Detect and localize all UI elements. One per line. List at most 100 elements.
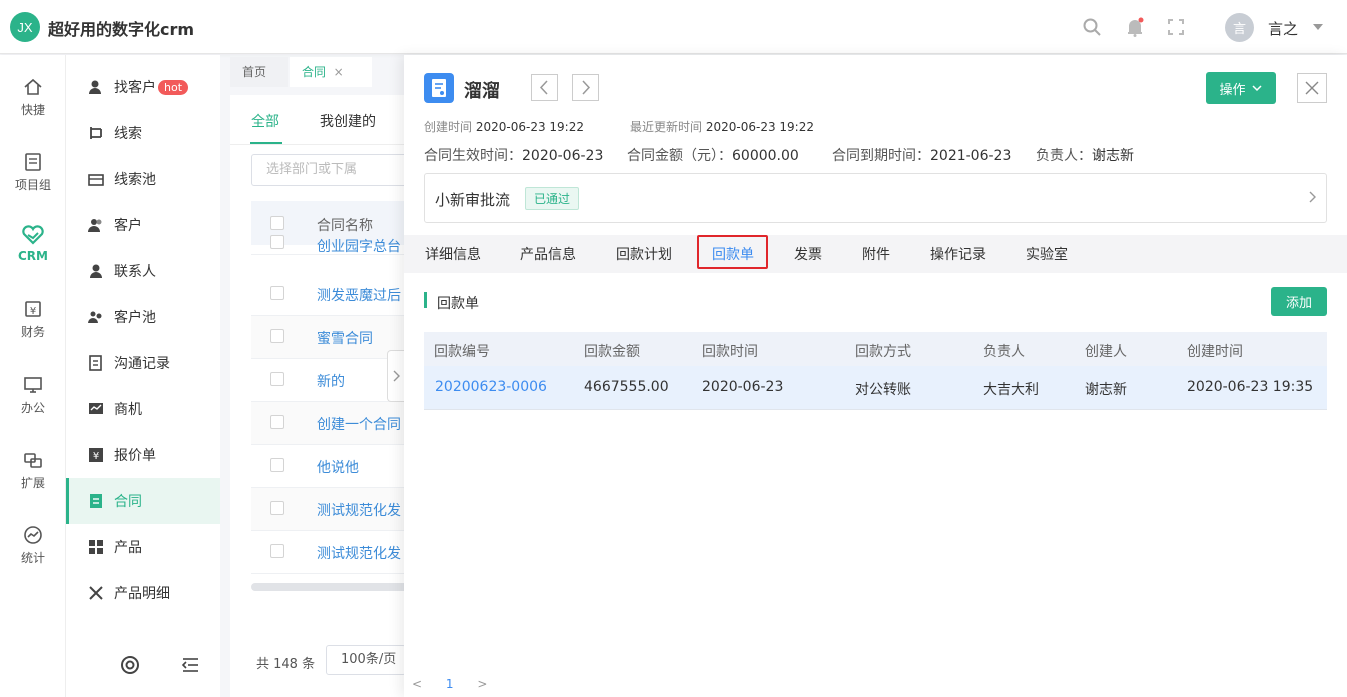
rail-item-shortcut[interactable]: 快捷: [0, 77, 66, 137]
menu-item-communication[interactable]: 沟通记录: [66, 340, 220, 386]
avatar[interactable]: 言: [1225, 13, 1254, 42]
menu-label: 找客户: [114, 80, 156, 96]
document-icon: [25, 153, 41, 171]
table-row[interactable]: 创建一个合同: [251, 402, 404, 445]
collapse-menu-icon[interactable]: [180, 655, 200, 675]
row-checkbox[interactable]: [270, 415, 284, 429]
select-all-checkbox[interactable]: [270, 216, 284, 230]
rail-label: 扩展: [20, 476, 45, 490]
rail-item-crm[interactable]: CRM: [0, 225, 66, 285]
tab-payment-plan[interactable]: 回款计划: [616, 244, 672, 264]
contract-name-link[interactable]: 新的: [317, 371, 345, 391]
table-row[interactable]: 测试规范化发: [251, 531, 404, 574]
payment-number-link[interactable]: 20200623-0006: [435, 379, 547, 395]
rail-item-office[interactable]: 办公: [0, 375, 66, 435]
table-row[interactable]: 他说他: [251, 445, 404, 488]
table-row[interactable]: 新的: [251, 359, 404, 402]
horizontal-scrollbar[interactable]: [251, 583, 404, 591]
rail-item-finance[interactable]: ¥ 财务: [0, 299, 66, 359]
fullscreen-icon[interactable]: [1166, 17, 1186, 37]
tab-home[interactable]: 首页: [230, 57, 288, 87]
payment-creator: 谢志新: [1085, 382, 1127, 398]
row-checkbox[interactable]: [270, 235, 284, 249]
settings-icon[interactable]: [120, 655, 140, 675]
tab-mine[interactable]: 我创建的: [320, 111, 376, 131]
prev-page-button[interactable]: <: [412, 677, 422, 691]
crm-menu: 找客户 hot 线索 线索池 客户 联系人 客户池 沟通记录 商机 ¥ 报价单 …: [66, 55, 220, 697]
table-row[interactable]: 测发恶魔过后: [251, 273, 404, 316]
current-page[interactable]: 1: [446, 677, 454, 691]
crm-icon: [22, 225, 44, 245]
row-checkbox[interactable]: [270, 329, 284, 343]
user-name[interactable]: 言之: [1268, 18, 1298, 39]
bell-icon[interactable]: [1125, 17, 1145, 37]
contract-name-link[interactable]: 测试规范化发: [317, 500, 401, 520]
menu-item-contact[interactable]: 联系人: [66, 248, 220, 294]
menu-item-find-customer[interactable]: 找客户 hot: [66, 64, 220, 110]
row-checkbox[interactable]: [270, 286, 284, 300]
department-filter[interactable]: 选择部门或下属: [251, 154, 404, 186]
contract-name-link[interactable]: 测发恶魔过后: [317, 285, 401, 305]
menu-item-lead[interactable]: 线索: [66, 110, 220, 156]
menu-item-contract[interactable]: 合同: [66, 478, 220, 524]
menu-item-lead-pool[interactable]: 线索池: [66, 156, 220, 202]
tab-attachment[interactable]: 附件: [862, 244, 890, 264]
chevron-down-icon[interactable]: [1313, 24, 1323, 30]
contract-icon: [90, 494, 102, 508]
rail-label: 项目组: [14, 178, 51, 192]
page-size-select[interactable]: 100条/页: [326, 645, 406, 675]
operations-button[interactable]: 操作: [1206, 72, 1276, 104]
row-checkbox[interactable]: [270, 544, 284, 558]
close-icon[interactable]: ×: [334, 65, 344, 79]
module-rail: 快捷 项目组 CRM ¥ 财务 办公 扩展 统计: [0, 55, 66, 697]
tab-invoice[interactable]: 发票: [794, 244, 822, 264]
tab-operation-log[interactable]: 操作记录: [930, 244, 986, 264]
total-count: 共 148 条: [256, 657, 316, 672]
row-checkbox[interactable]: [270, 501, 284, 515]
next-record-button[interactable]: [572, 74, 599, 101]
contract-name-link[interactable]: 测试规范化发: [317, 543, 401, 563]
tab-all[interactable]: 全部: [251, 111, 279, 131]
add-button[interactable]: 添加: [1271, 287, 1327, 316]
payment-date: 2020-06-23: [702, 379, 784, 395]
tab-product-info[interactable]: 产品信息: [520, 244, 576, 264]
menu-label: 客户池: [114, 310, 156, 326]
rail-item-extend[interactable]: 扩展: [0, 450, 66, 510]
tab-contract[interactable]: 合同 ×: [290, 57, 372, 87]
tab-lab[interactable]: 实验室: [1026, 244, 1068, 264]
table-row[interactable]: 测试规范化发: [251, 488, 404, 531]
product-icon: [89, 540, 103, 554]
tab-detail-info[interactable]: 详细信息: [425, 244, 481, 264]
updated-time: 最近更新时间 2020-06-23 19:22: [630, 120, 814, 134]
rail-label: 办公: [20, 401, 45, 415]
menu-item-customer-pool[interactable]: 客户池: [66, 294, 220, 340]
contract-name-link[interactable]: 创业园字总台: [317, 236, 401, 254]
approval-flow[interactable]: 小新审批流 已通过: [424, 173, 1327, 223]
menu-item-opportunity[interactable]: 商机: [66, 386, 220, 432]
prev-record-button[interactable]: [531, 74, 558, 101]
menu-item-product-detail[interactable]: 产品明细: [66, 570, 220, 616]
row-checkbox[interactable]: [270, 458, 284, 472]
search-icon[interactable]: [1082, 17, 1102, 37]
rail-item-project[interactable]: 项目组: [0, 152, 66, 212]
contract-name-link[interactable]: 创建一个合同: [317, 414, 401, 434]
status-badge: 已通过: [525, 187, 580, 210]
next-page-button[interactable]: >: [477, 677, 487, 691]
contract-name-link[interactable]: 他说他: [317, 457, 359, 477]
lead-icon: [90, 127, 102, 139]
menu-item-product[interactable]: 产品: [66, 524, 220, 570]
table-row[interactable]: 蜜雪合同: [251, 316, 404, 359]
menu-item-customer[interactable]: 客户: [66, 202, 220, 248]
row-checkbox[interactable]: [270, 372, 284, 386]
drawer-collapse-handle[interactable]: [387, 350, 405, 402]
find-customer-icon: [89, 80, 101, 94]
table-row[interactable]: 20200623-0006 4667555.00 2020-06-23 对公转账…: [424, 366, 1327, 410]
menu-label: 报价单: [114, 448, 156, 464]
menu-item-quote[interactable]: ¥ 报价单: [66, 432, 220, 478]
table-row[interactable]: 创业园字总台: [251, 232, 404, 255]
tab-payment-receipt[interactable]: 回款单: [712, 244, 754, 264]
contract-name-link[interactable]: 蜜雪合同: [317, 328, 373, 348]
close-drawer-button[interactable]: [1297, 73, 1327, 103]
menu-label: 产品: [114, 540, 142, 556]
rail-item-stats[interactable]: 统计: [0, 525, 66, 585]
